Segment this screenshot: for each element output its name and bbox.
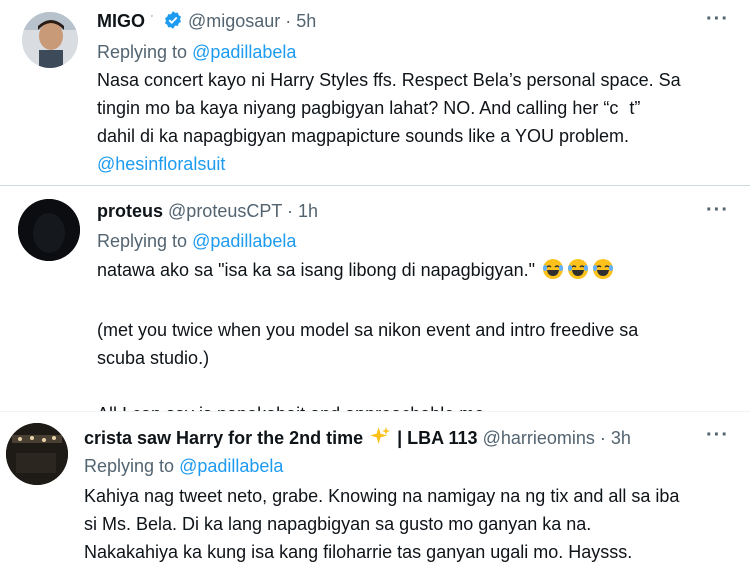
- handle[interactable]: @proteusCPT: [168, 201, 282, 221]
- tweet-header: crista saw Harry for the 2nd time | LBA …: [84, 426, 631, 451]
- avatar-photo-icon: [6, 423, 68, 485]
- tweet-text: Kahiya nag tweet neto, grabe. Knowing na…: [84, 486, 680, 562]
- more-options-icon[interactable]: ···: [706, 8, 729, 31]
- tweet-header: proteus @proteusCPT · 1h: [97, 201, 318, 222]
- replying-to-link[interactable]: @padillabela: [179, 456, 283, 476]
- replying-to: Replying to @padillabela: [97, 42, 297, 62]
- display-name[interactable]: proteus: [97, 201, 163, 221]
- verified-badge-icon: [163, 10, 183, 35]
- avatar-photo-icon: [18, 199, 80, 261]
- avatar-migo[interactable]: [22, 12, 78, 68]
- avatar-photo-icon: [22, 12, 78, 68]
- tweet-header: MIGO ˑ @migosaur · 5h: [97, 10, 316, 35]
- timestamp[interactable]: · 1h: [287, 201, 318, 221]
- avatar-proteus[interactable]: [18, 199, 80, 261]
- avatar-crista[interactable]: [6, 423, 68, 485]
- tweet-text: Nasa concert kayo ni Harry Styles ffs. R…: [97, 66, 737, 178]
- display-name[interactable]: crista saw Harry for the 2nd time | LBA …: [84, 426, 483, 451]
- replying-to: Replying to @padillabela: [84, 456, 284, 476]
- replying-to-link[interactable]: @padillabela: [192, 42, 296, 62]
- replying-to: Replying to @padillabela: [97, 231, 297, 251]
- timestamp[interactable]: · 3h: [600, 428, 631, 448]
- timestamp[interactable]: · 5h: [285, 11, 316, 31]
- handle[interactable]: @migosaur: [188, 11, 280, 31]
- laughing-emoji-icon: [542, 258, 614, 288]
- replying-to-link[interactable]: @padillabela: [192, 231, 296, 251]
- more-options-icon[interactable]: ···: [706, 199, 729, 222]
- more-options-icon[interactable]: ···: [706, 424, 729, 447]
- tweet-text: natawa ako sa "isa ka sa isang libong di…: [97, 258, 639, 424]
- tweet-crista[interactable]: crista saw Harry for the 2nd time | LBA …: [0, 411, 750, 566]
- display-name[interactable]: MIGO: [97, 11, 145, 31]
- handle[interactable]: @harrieomins: [483, 428, 595, 448]
- mention-link[interactable]: @hesinfloralsuit: [97, 150, 737, 178]
- tweet-proteus[interactable]: proteus @proteusCPT · 1h ··· Replying to…: [0, 186, 750, 424]
- name-suffix: ˑ: [150, 10, 154, 26]
- tweet-migo[interactable]: MIGO ˑ @migosaur · 5h ··· Replying to @p…: [0, 0, 750, 186]
- sparkles-emoji-icon: [370, 426, 391, 451]
